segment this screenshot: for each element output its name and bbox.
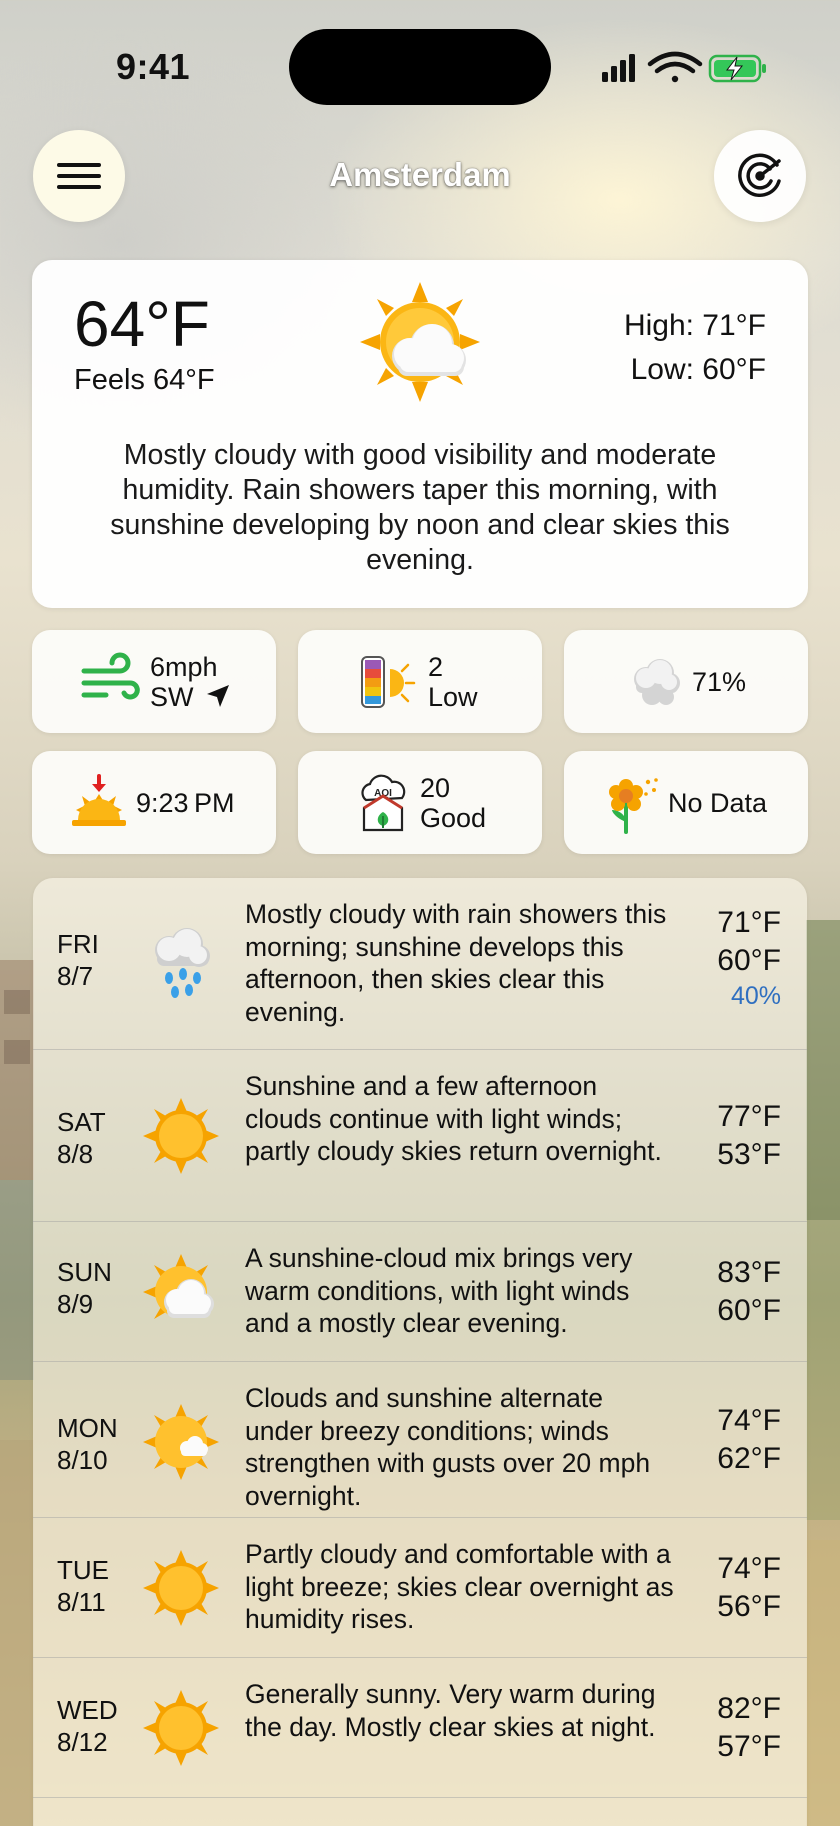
pollen-value: No Data [668,788,768,818]
aqi-label: Good [420,803,487,833]
uv-index-tile[interactable]: 2 Low [298,630,542,733]
cellular-signal-icon [602,54,635,82]
forecast-description: Mostly cloudy with rain showers this mor… [245,899,667,1027]
forecast-low: 57°F [717,1730,781,1763]
uv-index-label: Low [428,682,478,712]
sunset-time: 9:23 PM [136,788,235,818]
forecast-row-mon[interactable]: MON 8/10 Clouds and sunshine alternate u… [33,1362,807,1518]
forecast-high: 82°F [717,1692,781,1725]
forecast-high: 83°F [717,1256,781,1289]
forecast-temps: 74°F 62°F [717,1402,781,1478]
precip-chance: 40% [730,982,781,1010]
low-temperature: Low: 60°F [630,353,766,386]
forecast-weekday: SAT [57,1107,106,1137]
forecast-temps: 83°F 60°F [717,1254,781,1330]
sunset-tile[interactable]: 9:23 PM [32,751,276,854]
forecast-temps: 82°F 57°F [717,1690,781,1766]
forecast-description: Generally sunny. Very warm during the da… [245,1679,656,1742]
forecast-low: 53°F [717,1138,781,1171]
forecast-temps: 71°F 60°F 40% [717,904,781,1012]
forecast-day: WED 8/12 [57,1694,118,1758]
status-bar: 9:41 [0,0,840,140]
sun-small-cloud-icon [143,1404,219,1480]
forecast-row-sun[interactable]: SUN 8/9 A sunshine-cloud mix brings very… [33,1222,807,1362]
high-temperature: High: 71°F [623,309,766,342]
status-time: 9:41 [116,46,191,87]
wind-direction: SW [150,682,231,713]
forecast-date: 8/11 [57,1587,106,1617]
status-icons [602,51,766,83]
forecast-weekday: MON [57,1413,118,1443]
dynamic-island [289,29,551,105]
radar-button[interactable] [714,130,806,222]
forecast-low: 62°F [717,1442,781,1475]
direction-arrow-icon [207,685,230,707]
sun-icon [143,1550,219,1626]
radar-icon [738,153,781,198]
forecast-low: 60°F [717,944,781,977]
wind-icon [81,652,140,700]
forecast-date: 8/12 [57,1727,108,1757]
aqi-value: 20 [420,773,451,803]
battery-charging-icon [708,54,766,83]
forecast-weekday: WED [57,1695,118,1725]
forecast-description: Partly cloudy and comfortable with a lig… [245,1539,674,1634]
forecast-weekday: FRI [57,929,99,959]
forecast-date: 8/8 [57,1139,94,1169]
sun-cloud-icon [143,1254,214,1319]
forecast-low: 56°F [717,1590,781,1623]
air-quality-tile[interactable]: AQI 20 Good [298,751,542,854]
forecast-description: A sunshine-cloud mix brings very warm co… [245,1243,633,1338]
cloud-humidity-icon [634,659,680,705]
rain-cloud-icon [155,928,210,998]
forecast-low: 60°F [717,1294,781,1327]
humidity-tile[interactable]: 71% [564,630,808,733]
feels-like: Feels 64°F [74,364,215,396]
sun-cloud-icon [360,282,480,402]
current-temperature: 64°F [74,288,210,360]
pollen-tile[interactable]: No Data [564,751,808,854]
forecast-temps: 74°F 56°F [717,1550,781,1626]
forecast-row-sat[interactable]: SAT 8/8 Sunshine and a few afternoon clo… [33,1050,807,1222]
forecast-day: TUE 8/11 [57,1554,109,1618]
forecast-row-fri[interactable]: FRI 8/7 Mostly cloudy with rain showers … [33,878,807,1050]
forecast-high: 74°F [717,1552,781,1585]
forecast-description: Clouds and sunshine alternate under bree… [245,1383,651,1511]
pollen-flower-icon [609,778,658,834]
forecast-weekday: TUE [57,1555,109,1585]
aqi-icon: AQI [361,774,406,832]
forecast-high: 74°F [717,1404,781,1437]
wifi-icon [647,51,703,83]
wind-speed: 6mph [150,652,218,682]
current-summary: Mostly cloudy with good visibility and m… [110,439,730,576]
forecast-temps: 77°F 53°F [717,1098,781,1174]
humidity-value: 71% [692,667,747,697]
forecast-date: 8/9 [57,1289,94,1319]
forecast-weekday: SUN [57,1257,112,1287]
current-conditions-card[interactable]: 64°F Feels 64°F High: 71°F Low: 60°F Mos… [32,260,808,608]
forecast-description: Sunshine and a few afternoon clouds cont… [245,1071,662,1166]
forecast-high: 77°F [717,1100,781,1133]
sun-icon [143,1690,219,1766]
forecast-day: MON 8/10 [57,1412,118,1476]
uv-index-value: 2 [428,652,444,682]
forecast-day: SAT 8/8 [57,1106,106,1170]
forecast-day: SUN 8/9 [57,1256,112,1320]
daily-forecast-list: FRI 8/7 Mostly cloudy with rain showers … [33,878,807,1826]
forecast-day: FRI 8/7 [57,928,99,992]
wind-tile[interactable]: 6mph SW [32,630,276,733]
high-low: High: 71°F Low: 60°F [624,304,766,392]
forecast-row-wed[interactable]: WED 8/12 Generally sunny. Very warm duri… [33,1658,807,1798]
sunset-icon [72,774,126,826]
forecast-row-tue[interactable]: TUE 8/11 Partly cloudy and comfortable w… [33,1518,807,1658]
wind-direction-label: SW [150,682,194,712]
uv-index-icon [361,656,416,708]
forecast-high: 71°F [717,906,781,939]
forecast-date: 8/7 [57,961,94,991]
forecast-date: 8/10 [57,1445,108,1475]
sun-icon [143,1098,219,1174]
